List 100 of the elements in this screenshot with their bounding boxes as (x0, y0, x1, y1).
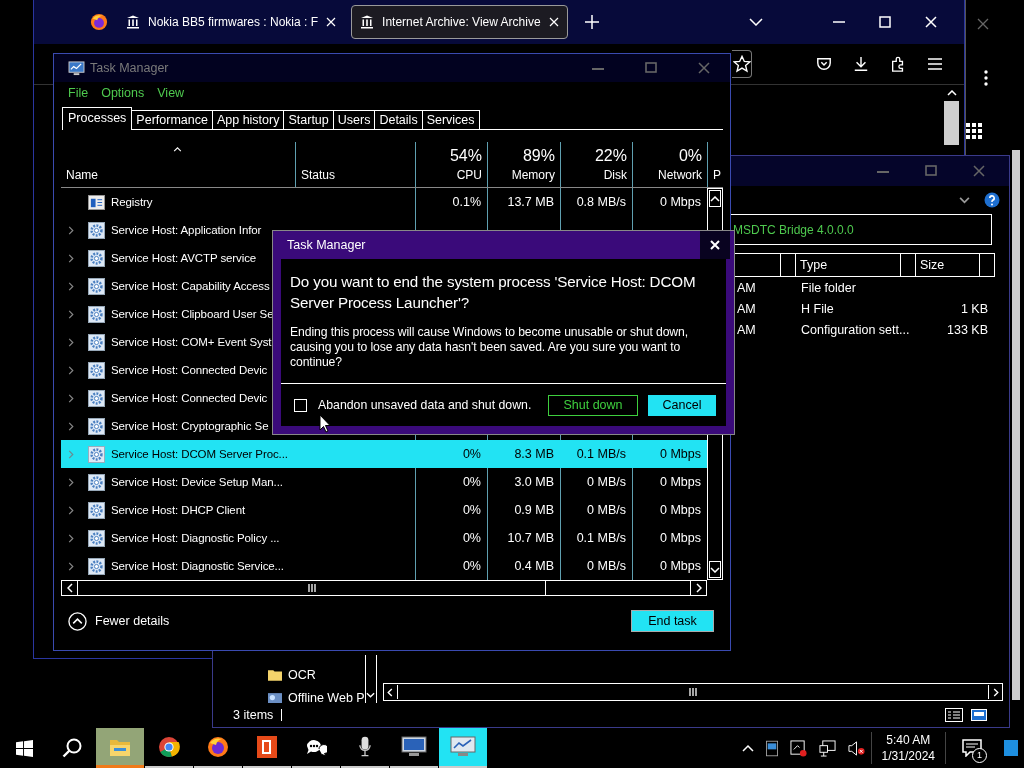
close-button[interactable] (700, 231, 730, 259)
process-name: Service Host: Diagnostic Policy ... (111, 532, 280, 544)
sync-icon[interactable] (789, 739, 807, 757)
expand-icon[interactable] (68, 309, 74, 319)
large-icons-view-icon[interactable] (971, 709, 987, 721)
notification-button[interactable]: 1 (952, 728, 992, 768)
column-header[interactable]: Size (916, 253, 980, 277)
puzzle-icon[interactable] (890, 56, 906, 72)
scrollbar[interactable] (61, 580, 707, 596)
process-row[interactable]: Service Host: Diagnostic Service... 0% 0.4 MB 0 MB/s 0 Mbps (61, 552, 707, 580)
scroll-down-button[interactable] (709, 561, 721, 578)
details-view-icon[interactable] (945, 708, 963, 722)
apps-grid-icon[interactable] (966, 123, 982, 139)
scroll-up-icon[interactable] (946, 90, 957, 96)
column-header[interactable]: 54% CPU (415, 142, 487, 187)
shut-down-button[interactable]: Shut down (548, 394, 638, 416)
browser-tab[interactable]: Nokia BB5 firmwares : Nokia : F (118, 5, 345, 39)
download-icon[interactable] (853, 56, 869, 72)
column-header[interactable]: Type (796, 253, 901, 277)
chevron-down-icon[interactable] (959, 196, 970, 204)
table-cell: 0 MB/s (587, 559, 626, 573)
windows-logo-icon (15, 739, 33, 757)
browser-tab[interactable]: Internet Archive: View Archive (351, 5, 568, 39)
expand-icon[interactable] (68, 477, 74, 487)
menu-item[interactable]: View (157, 86, 185, 100)
end-task-button[interactable]: End task (631, 610, 714, 632)
table-cell: 0 Mbps (660, 447, 701, 461)
expand-icon[interactable] (68, 393, 74, 403)
scroll-left-icon[interactable] (387, 687, 393, 697)
registry-icon (88, 194, 105, 210)
column-header[interactable]: 0% Network (632, 142, 707, 187)
process-row[interactable]: Service Host: Diagnostic Policy ... 0% 10.7 MB 0.1 MB/s 0 Mbps (61, 524, 707, 552)
scrollbar[interactable] (364, 655, 376, 703)
process-row[interactable]: Service Host: DCOM Server Proc... 0% 8.3 MB 0.1 MB/s 0 Mbps (61, 440, 707, 468)
scrollbar[interactable] (1012, 150, 1020, 700)
checkbox-label[interactable]: Abandon unsaved data and shut down. (318, 398, 532, 412)
folder-item[interactable]: Offline Web P (268, 686, 365, 703)
scroll-up-button[interactable] (709, 190, 721, 207)
table-cell: 0 MB/s (587, 503, 626, 517)
process-row[interactable]: Service Host: DHCP Client 0% 0.9 MB 0 MB/s 0 Mbps (61, 496, 707, 524)
column-header[interactable] (980, 253, 995, 277)
column-header[interactable]: Status (295, 142, 415, 187)
process-name: Service Host: Diagnostic Service... (111, 560, 284, 572)
column-header[interactable] (781, 253, 796, 277)
scrollbar-thumb[interactable] (944, 101, 959, 145)
firefox-icon[interactable] (90, 13, 108, 31)
tab[interactable]: App history (211, 110, 285, 129)
fewer-details-button[interactable]: Fewer details (68, 611, 170, 631)
tab[interactable]: Services (421, 110, 480, 129)
gear-icon (88, 557, 105, 575)
column-header[interactable]: P (707, 142, 723, 187)
clock[interactable]: 5:40 AM 1/31/2024 (870, 732, 946, 764)
address-bar[interactable] (732, 50, 752, 78)
process-row[interactable]: Service Host: Device Setup Man... 0% 3.0 MB 0 MB/s 0 Mbps (61, 468, 707, 496)
help-icon[interactable] (984, 192, 1000, 208)
table-cell: 0.1 MB/s (576, 531, 626, 545)
expand-icon[interactable] (68, 253, 74, 263)
expand-icon[interactable] (68, 421, 74, 431)
scrollbar[interactable] (383, 683, 1003, 701)
chat-bubbles-icon (305, 737, 327, 757)
gear-icon (88, 277, 105, 295)
cancel-button[interactable]: Cancel (648, 394, 716, 416)
menu-item[interactable]: Options (101, 86, 145, 100)
pocket-icon[interactable] (816, 56, 832, 72)
star-icon[interactable] (732, 55, 751, 73)
plus-icon[interactable] (584, 15, 599, 29)
expand-icon[interactable] (68, 561, 74, 571)
table-cell: 8.3 MB (514, 447, 554, 461)
scroll-right-icon[interactable] (993, 687, 999, 697)
menu-icon[interactable] (927, 57, 943, 71)
table-cell-text: 1 KB (959, 301, 988, 316)
storage-icon[interactable] (765, 739, 778, 757)
table-cell: 0% (462, 503, 481, 517)
column-header[interactable]: Name (61, 142, 295, 187)
column-label: Memory (511, 168, 555, 182)
scroll-down-icon[interactable] (366, 692, 376, 698)
more-icon[interactable] (984, 70, 988, 86)
tab[interactable]: Processes (62, 107, 133, 130)
expand-icon[interactable] (68, 505, 74, 515)
expand-icon[interactable] (68, 337, 74, 347)
menu-item[interactable]: File (68, 86, 89, 100)
speaker-muted-icon[interactable] (847, 739, 865, 757)
expand-icon[interactable] (68, 533, 74, 543)
tab[interactable]: Startup (283, 110, 334, 129)
expand-icon[interactable] (68, 225, 74, 235)
column-header[interactable] (901, 253, 916, 277)
network-icon[interactable] (818, 739, 836, 757)
chrome-icon (158, 736, 180, 758)
checkbox[interactable] (294, 398, 307, 412)
process-row[interactable]: Registry 0.1% 13.7 MB 0.8 MB/s 0 Mbps (61, 188, 707, 216)
column-header[interactable]: 89% Memory (487, 142, 560, 187)
table-cell: 0 Mbps (660, 475, 701, 489)
message-icon (962, 739, 982, 757)
expand-icon[interactable] (68, 281, 74, 291)
chevron-up-icon[interactable] (741, 744, 754, 752)
gear-icon (88, 389, 105, 407)
folder-item[interactable]: OCR (268, 663, 365, 686)
column-header[interactable]: 22% Disk (560, 142, 632, 187)
scrollbar-thumb[interactable] (397, 685, 989, 699)
expand-icon[interactable] (68, 365, 74, 375)
